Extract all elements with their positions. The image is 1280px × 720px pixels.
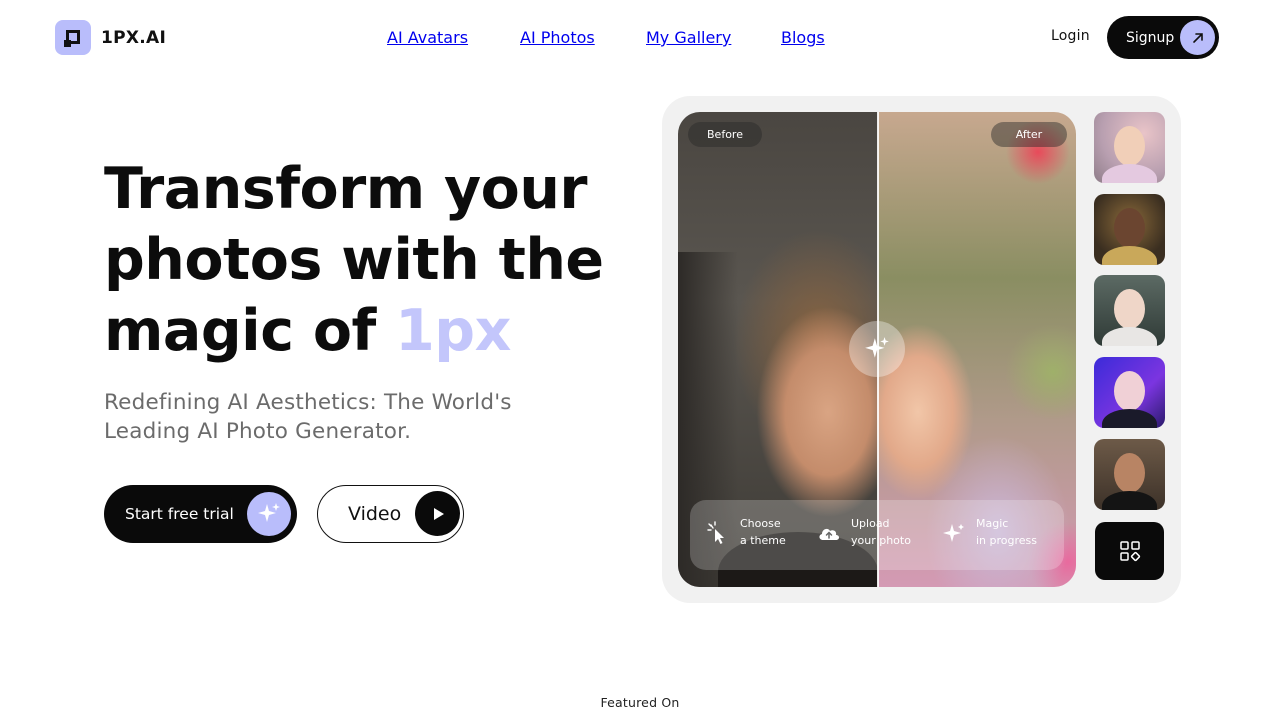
featured-on-label: Featured On bbox=[600, 695, 680, 710]
cursor-click-icon bbox=[707, 521, 724, 544]
arrow-up-right-icon bbox=[1180, 20, 1215, 55]
hero-title: Transform your photos with the magic of … bbox=[104, 154, 624, 367]
step-choose-theme: Choose a theme bbox=[706, 515, 786, 549]
nav-item-blogs[interactable]: Blogs bbox=[781, 28, 825, 47]
nav-item-my-gallery[interactable]: My Gallery bbox=[646, 28, 731, 47]
more-styles-button[interactable] bbox=[1095, 522, 1164, 580]
start-free-trial-button[interactable]: Start free trial bbox=[104, 485, 297, 543]
comparison-handle[interactable] bbox=[849, 321, 905, 377]
logo-icon bbox=[55, 20, 91, 55]
after-label: After bbox=[991, 122, 1067, 147]
cloud-upload-icon bbox=[819, 528, 839, 540]
signup-button[interactable]: Signup bbox=[1107, 16, 1219, 59]
thumbnail-5[interactable] bbox=[1094, 439, 1165, 510]
before-after-comparison[interactable]: Before After Choose a theme Upload your ph… bbox=[678, 112, 1076, 587]
brand-name: 1PX.AI bbox=[101, 27, 167, 48]
signup-label: Signup bbox=[1126, 29, 1175, 46]
login-link[interactable]: Login bbox=[1051, 28, 1090, 44]
video-button[interactable]: Video bbox=[317, 485, 464, 543]
thumbnail-4[interactable] bbox=[1094, 357, 1165, 428]
nav-item-ai-avatars[interactable]: AI Avatars bbox=[387, 28, 468, 47]
start-free-trial-label: Start free trial bbox=[125, 505, 234, 523]
grid-icon bbox=[1119, 541, 1140, 562]
step-upload-photo: Upload your photo bbox=[817, 515, 911, 549]
before-label: Before bbox=[688, 122, 762, 147]
nav-item-ai-photos[interactable]: AI Photos bbox=[520, 28, 595, 47]
sparkle-icon bbox=[943, 524, 964, 542]
hero-title-line-1: Transform your bbox=[104, 156, 588, 222]
hero-title-line-2: photos with the bbox=[104, 227, 604, 293]
thumbnail-1[interactable] bbox=[1094, 112, 1165, 183]
play-icon bbox=[415, 491, 460, 536]
hero-subtitle: Redefining AI Aesthetics: The World's Le… bbox=[104, 390, 512, 444]
thumbnail-3[interactable] bbox=[1094, 275, 1165, 346]
thumbnail-2[interactable] bbox=[1094, 194, 1165, 265]
brand-logo[interactable]: 1PX.AI bbox=[55, 20, 166, 55]
sparkle-icon bbox=[865, 337, 889, 358]
video-label: Video bbox=[348, 503, 402, 525]
steps-bar: Choose a theme Upload your photo Magic in p… bbox=[690, 500, 1064, 570]
sparkle-icon bbox=[247, 492, 291, 536]
step-magic-progress: Magic in progress bbox=[942, 515, 1037, 549]
hero-title-line-3: magic of bbox=[104, 298, 396, 364]
hero-title-accent: 1px bbox=[395, 298, 511, 364]
